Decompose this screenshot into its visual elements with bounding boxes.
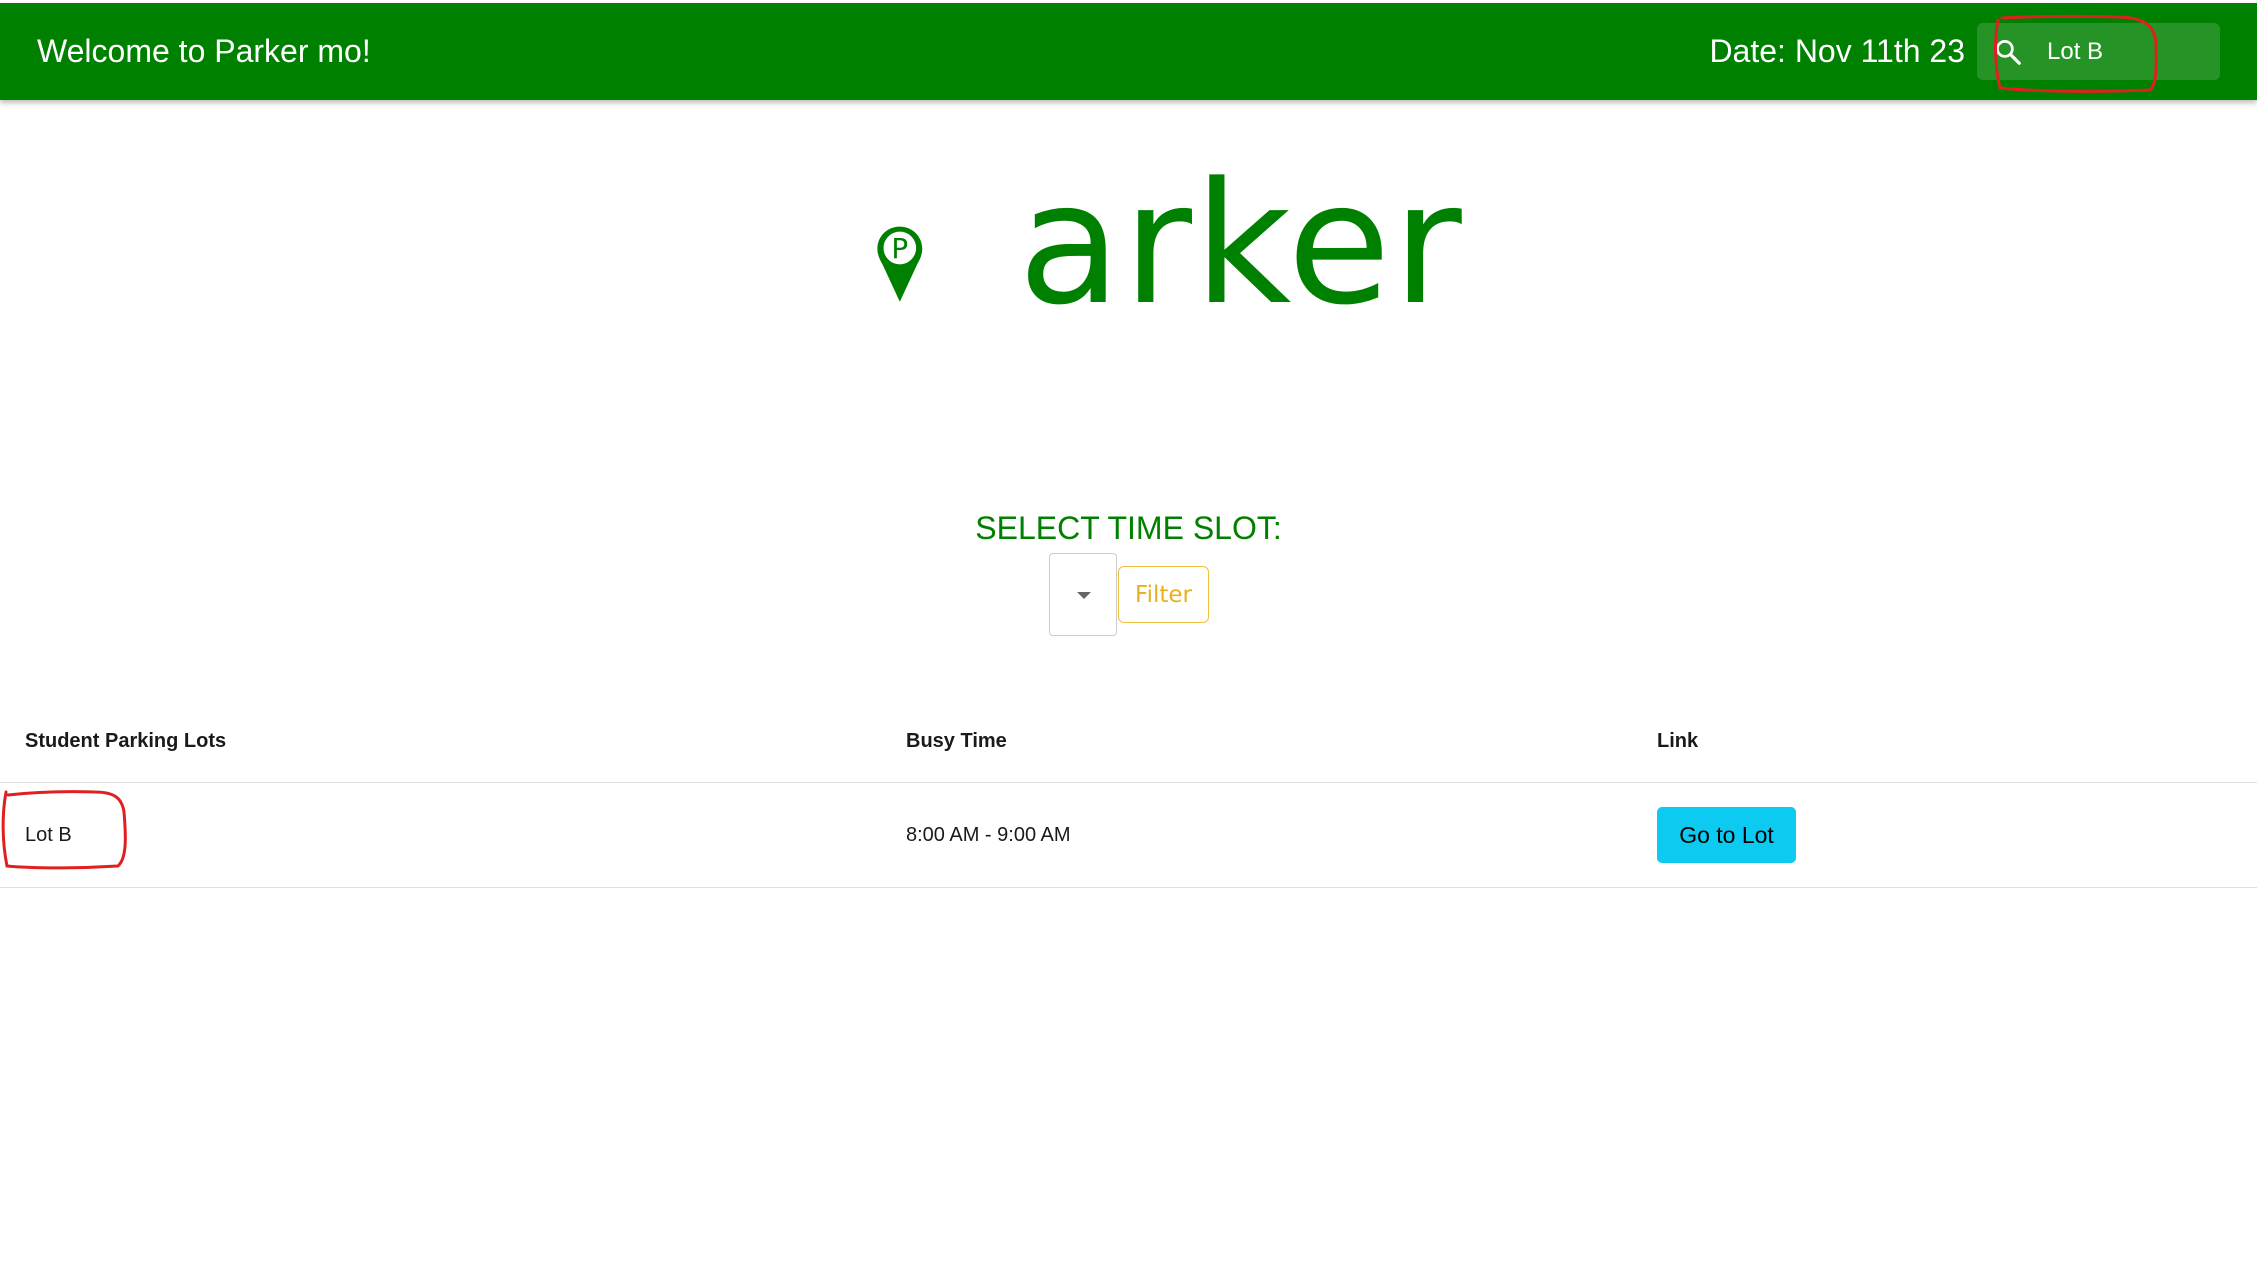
logo-wordmark: arker — [1018, 146, 1464, 342]
table-header: Student Parking Lots Busy Time Link — [0, 700, 2257, 783]
table-row: Lot B 8:00 AM - 9:00 AM Go to Lot — [0, 783, 2257, 888]
welcome-title: Welcome to Parker mo! — [37, 33, 371, 69]
date-display: Date: Nov 11th 23 — [1709, 33, 1965, 69]
time-slot-dropdown[interactable] — [1049, 553, 1117, 636]
parking-lots-table: Student Parking Lots Busy Time Link Lot … — [0, 700, 2257, 888]
caret-down-icon — [1077, 592, 1091, 599]
search-box[interactable] — [1977, 23, 2220, 80]
logo-letter: P — [891, 232, 908, 265]
search-icon — [1996, 40, 2021, 65]
page: Welcome to Parker mo! Date: Nov 11th 23 … — [0, 0, 2257, 1272]
busy-time: 8:00 AM - 9:00 AM — [906, 824, 1071, 846]
column-header-lots: Student Parking Lots — [25, 730, 227, 752]
go-to-lot-button[interactable]: Go to Lot — [1657, 807, 1796, 863]
column-header-link: Link — [1657, 730, 1699, 752]
filter-button[interactable]: Filter — [1118, 566, 1209, 623]
lot-name: Lot B — [25, 824, 72, 846]
column-header-busy-time: Busy Time — [906, 730, 1007, 752]
app-bar: Welcome to Parker mo! Date: Nov 11th 23 — [0, 3, 2257, 100]
time-slot-label: SELECT TIME SLOT: — [975, 510, 1282, 546]
search-input[interactable] — [2047, 23, 2207, 80]
